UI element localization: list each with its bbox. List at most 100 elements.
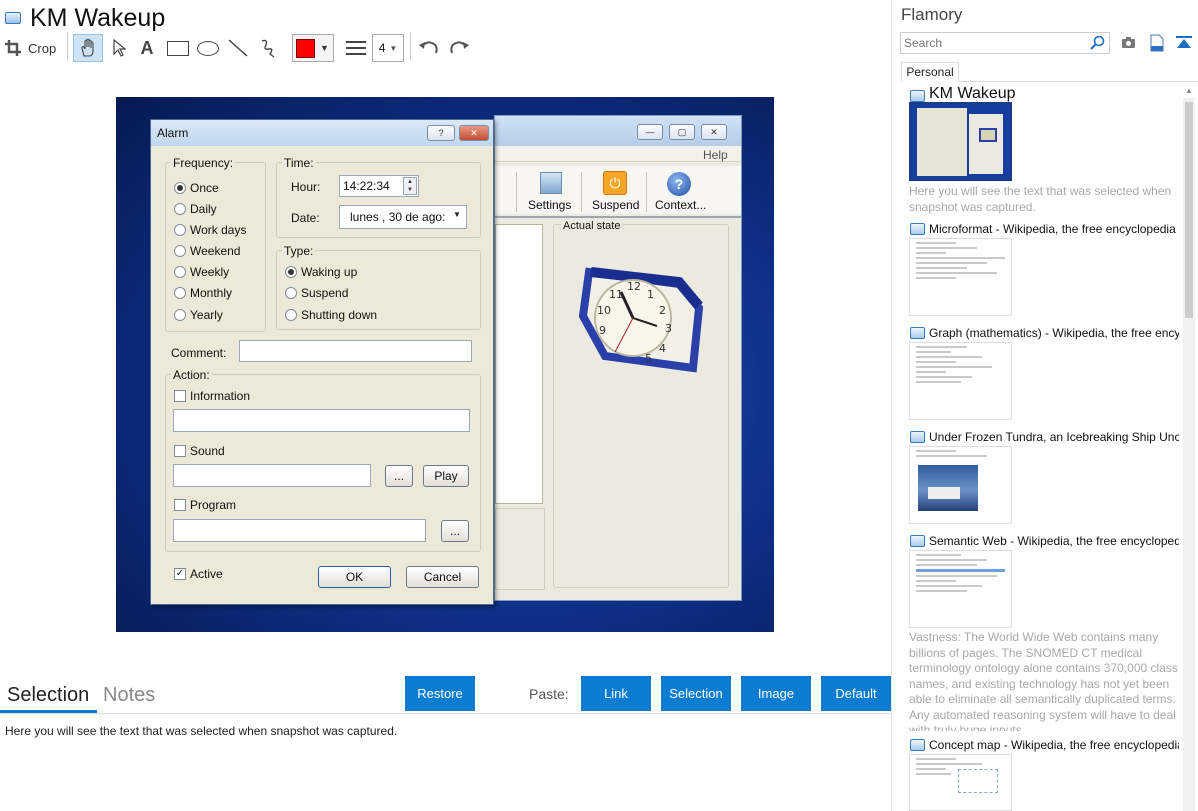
freehand-tool-button[interactable] xyxy=(255,34,281,62)
list-item-title[interactable]: Microformat - Wikipedia, the free encycl… xyxy=(929,222,1179,236)
text-tool-button[interactable]: A xyxy=(135,34,159,62)
snapshot-icon xyxy=(910,739,925,751)
rectangle-tool-button[interactable] xyxy=(164,34,192,62)
restore-button[interactable]: Restore xyxy=(405,676,475,711)
sidebar-scrollbar[interactable] xyxy=(1183,98,1195,811)
snapshot-icon xyxy=(910,327,925,339)
list-item-title[interactable]: Semantic Web - Wikipedia, the free encyc… xyxy=(929,534,1179,548)
redo-button[interactable] xyxy=(446,34,472,62)
type-waking-up-radio[interactable] xyxy=(285,266,297,278)
paste-selection-button[interactable]: Selection xyxy=(661,676,731,711)
pan-tool-button[interactable] xyxy=(73,34,103,62)
frequency-option: Once xyxy=(190,181,219,195)
rectangle-icon xyxy=(167,40,189,56)
program-input[interactable] xyxy=(173,519,426,542)
list-item-title[interactable]: Under Frozen Tundra, an Icebreaking Ship… xyxy=(929,430,1179,444)
comment-label: Comment: xyxy=(171,346,227,360)
information-input[interactable] xyxy=(173,409,470,432)
chevron-down-icon: ▼ xyxy=(389,43,398,53)
search-input[interactable] xyxy=(900,32,1110,54)
hour-spinner[interactable]: ▲ ▼ xyxy=(403,177,417,195)
minimize-icon: — xyxy=(637,124,663,140)
sidebar-app-name: Flamory xyxy=(901,5,963,24)
list-item-thumbnail[interactable] xyxy=(909,342,1012,420)
redo-icon xyxy=(450,41,469,54)
list-item-thumbnail[interactable] xyxy=(909,550,1012,628)
frequency-weekend-radio[interactable] xyxy=(174,245,186,257)
list-item-description: Vastness: The World Wide Web contains ma… xyxy=(909,630,1178,731)
page-title: KM Wakeup xyxy=(30,4,166,32)
snapshot-icon xyxy=(910,535,925,547)
date-picker[interactable]: lunes , 30 de ago: xyxy=(339,205,467,229)
sound-input[interactable] xyxy=(173,464,371,487)
ok-button[interactable]: OK xyxy=(318,566,391,588)
list-item-thumbnail[interactable] xyxy=(909,446,1012,524)
sound-checkbox[interactable] xyxy=(174,445,186,457)
frequency-once-radio[interactable] xyxy=(174,182,186,194)
undo-button[interactable] xyxy=(416,34,442,62)
list-item-title[interactable]: Concept map - Wikipedia, the free encycl… xyxy=(929,738,1179,752)
comment-input[interactable] xyxy=(239,340,472,362)
color-picker[interactable]: ▼ xyxy=(292,34,334,62)
collapse-icon[interactable] xyxy=(1176,36,1192,55)
line-icon xyxy=(228,39,248,57)
ellipse-tool-button[interactable] xyxy=(194,34,222,62)
ellipse-icon xyxy=(197,40,219,56)
active-checkbox[interactable]: ✓ xyxy=(174,568,186,580)
power-icon: ⏻ xyxy=(603,171,627,195)
maximize-icon: ▢ xyxy=(669,124,695,140)
search-icon[interactable] xyxy=(1090,35,1106,56)
frequency-option: Work days xyxy=(190,223,247,237)
list-item-thumbnail[interactable] xyxy=(909,238,1012,316)
line-tool-button[interactable] xyxy=(225,34,251,62)
tab-personal[interactable]: Personal xyxy=(901,62,959,82)
svg-text:10: 10 xyxy=(597,304,611,317)
list-item-thumbnail[interactable] xyxy=(909,754,1012,811)
list-item-title[interactable]: KM Wakeup xyxy=(929,85,1179,103)
paste-default-button[interactable]: Default xyxy=(821,676,891,711)
type-option: Waking up xyxy=(301,265,358,279)
svg-text:3: 3 xyxy=(665,322,672,335)
svg-text:2: 2 xyxy=(659,304,666,317)
type-option: Suspend xyxy=(301,286,349,300)
type-suspend-radio[interactable] xyxy=(285,287,297,299)
program-browse-button[interactable]: ... xyxy=(441,520,469,542)
paste-link-button[interactable]: Link xyxy=(581,676,651,711)
list-item-title[interactable]: Graph (mathematics) - Wikipedia, the fre… xyxy=(929,326,1179,340)
stroke-width-select[interactable]: 4 ▼ xyxy=(372,34,404,62)
sound-browse-button[interactable]: ... xyxy=(385,465,413,487)
play-button[interactable]: Play xyxy=(423,465,469,487)
paste-image-button[interactable]: Image xyxy=(741,676,811,711)
list-item-thumbnail[interactable] xyxy=(909,102,1012,181)
close-icon: ✕ xyxy=(459,125,489,141)
frequency-yearly-radio[interactable] xyxy=(174,309,186,321)
close-icon: ✕ xyxy=(701,124,727,140)
toolbar-context: Context... xyxy=(655,198,707,212)
frequency-daily-radio[interactable] xyxy=(174,203,186,215)
stroke-width-value: 4 xyxy=(378,41,386,55)
crop-button[interactable]: Crop xyxy=(4,34,60,62)
frequency-workdays-radio[interactable] xyxy=(174,224,186,236)
camera-icon[interactable] xyxy=(1121,36,1137,55)
frequency-weekly-radio[interactable] xyxy=(174,266,186,278)
tab-selection[interactable]: Selection xyxy=(7,684,89,707)
active-label: Active xyxy=(190,567,223,581)
undo-icon xyxy=(419,41,438,54)
type-shutdown-radio[interactable] xyxy=(285,309,297,321)
selection-text: Here you will see the text that was sele… xyxy=(5,724,398,738)
svg-text:1: 1 xyxy=(647,288,654,301)
alarm-dialog: Alarm ? ✕ Frequency: Once Daily Work day… xyxy=(150,119,494,605)
tab-notes[interactable]: Notes xyxy=(103,684,155,707)
cancel-button[interactable]: Cancel xyxy=(406,566,479,588)
program-checkbox[interactable] xyxy=(174,499,186,511)
frequency-monthly-radio[interactable] xyxy=(174,287,186,299)
snapshot-icon xyxy=(910,223,925,235)
scroll-up-icon[interactable]: ▲ xyxy=(1185,86,1193,95)
toolbar-divider xyxy=(67,32,68,60)
information-checkbox[interactable] xyxy=(174,390,186,402)
type-label: Type: xyxy=(282,244,316,258)
alarm-clock-image: 121110 123 459 xyxy=(578,267,704,373)
select-tool-button[interactable] xyxy=(107,34,131,62)
toolbar-settings: Settings xyxy=(528,198,572,212)
document-icon[interactable] xyxy=(1150,34,1164,57)
